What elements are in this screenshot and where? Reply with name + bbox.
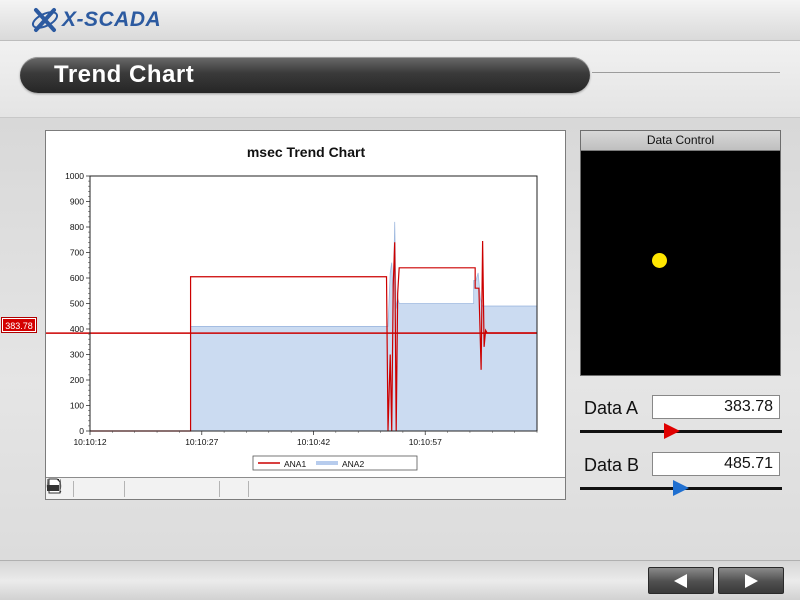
data-control-panel: Data Control xyxy=(580,130,781,376)
data-a-label: Data A xyxy=(584,398,639,418)
data-control-title: Data Control xyxy=(581,131,780,151)
y-tick-label: 400 xyxy=(70,324,84,334)
app-footer xyxy=(0,560,800,600)
csv-export-icon[interactable] xyxy=(47,478,273,498)
y-tick-label: 700 xyxy=(70,248,84,258)
clock-icon[interactable] xyxy=(46,478,244,498)
y-tick-label: 500 xyxy=(70,299,84,309)
x-scada-logo-icon xyxy=(31,8,59,32)
prev-page-button[interactable] xyxy=(648,567,714,594)
x-tick-label: 10:10:27 xyxy=(185,437,218,447)
zoom-in-icon[interactable] xyxy=(47,479,98,498)
reference-value-tag: 383.78 xyxy=(1,317,37,333)
app-header: X-SCADA xyxy=(0,0,800,41)
y-tick-label: 200 xyxy=(70,375,84,385)
chart-toolbar xyxy=(46,477,565,499)
title-band: Trend Chart xyxy=(0,41,800,118)
y-tick-label: 1000 xyxy=(65,171,84,181)
image-export-icon[interactable] xyxy=(47,478,295,498)
data-a-row: Data A 383.78 xyxy=(580,395,782,439)
x-tick-label: 10:10:42 xyxy=(297,437,330,447)
toolbar-separator xyxy=(124,480,125,497)
toolbar-separator xyxy=(73,480,74,497)
chart-legend: ANA1 ANA2 xyxy=(252,455,418,471)
data-b-slider-thumb[interactable] xyxy=(673,480,689,496)
xy-position-dot[interactable] xyxy=(652,253,667,268)
trend-chart[interactable]: msec Trend Chart 0 100 200 300 400 500 600 700 8… xyxy=(46,131,565,477)
app-logo: X-SCADA xyxy=(30,5,161,35)
page-title: Trend Chart xyxy=(54,61,195,88)
fast-rewind-icon[interactable] xyxy=(47,479,149,498)
y-tick-label: 100 xyxy=(70,401,84,411)
data-a-slider-track[interactable] xyxy=(580,430,782,433)
fast-forward-icon[interactable] xyxy=(47,479,215,498)
data-a-slider-thumb[interactable] xyxy=(664,423,681,439)
legend-label-ana2: ANA2 xyxy=(342,459,364,469)
arrow-left-icon xyxy=(674,573,687,588)
toolbar-separator xyxy=(248,480,249,497)
y-tick-label: 300 xyxy=(70,350,84,360)
next-page-button[interactable] xyxy=(718,567,784,594)
logo-text: X-SCADA xyxy=(62,8,162,31)
title-divider xyxy=(592,72,780,73)
y-tick-label: 600 xyxy=(70,273,84,283)
trend-chart-panel[interactable]: msec Trend Chart 0 100 200 300 400 500 600 700 8… xyxy=(45,130,566,500)
data-b-value[interactable]: 485.71 xyxy=(652,452,780,476)
y-tick-label: 800 xyxy=(70,222,84,232)
page-title-bar: Trend Chart xyxy=(20,57,590,93)
step-back-icon[interactable] xyxy=(48,479,171,498)
data-b-label: Data B xyxy=(584,455,640,475)
x-tick-label: 10:10:57 xyxy=(409,437,442,447)
chart-title: msec Trend Chart xyxy=(247,144,366,160)
y-tick-label: 0 xyxy=(79,426,84,436)
data-b-row: Data B 485.71 xyxy=(580,452,782,496)
y-tick-label: 900 xyxy=(70,197,84,207)
arrow-right-icon xyxy=(745,573,758,588)
data-a-value[interactable]: 383.78 xyxy=(652,395,780,419)
play-icon[interactable] xyxy=(48,479,193,498)
legend-label-ana1: ANA1 xyxy=(284,459,306,469)
zoom-out-icon[interactable] xyxy=(47,479,120,498)
x-tick-label: 10:10:12 xyxy=(73,437,106,447)
toolbar-separator xyxy=(219,480,220,497)
